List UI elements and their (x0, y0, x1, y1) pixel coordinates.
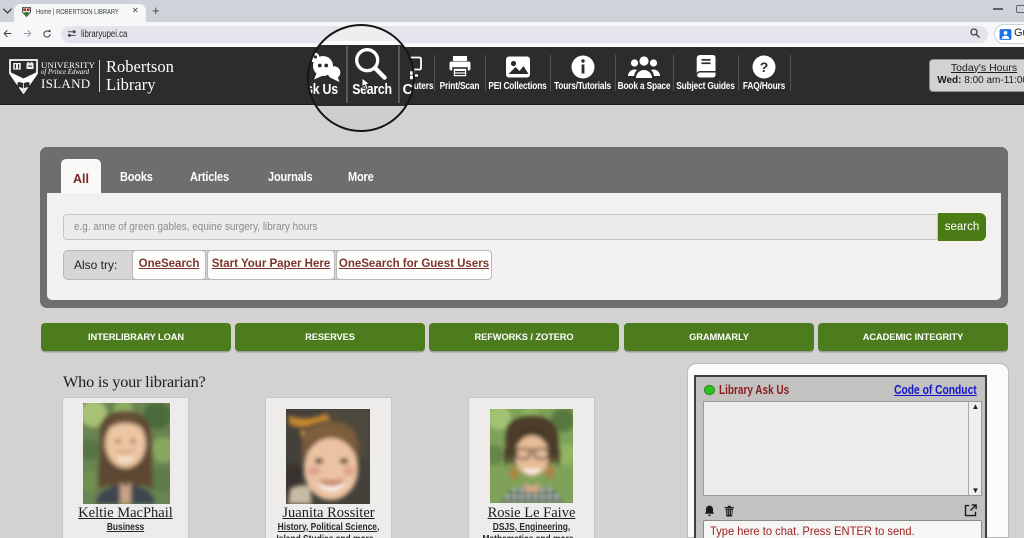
svg-text:?: ? (760, 59, 769, 75)
